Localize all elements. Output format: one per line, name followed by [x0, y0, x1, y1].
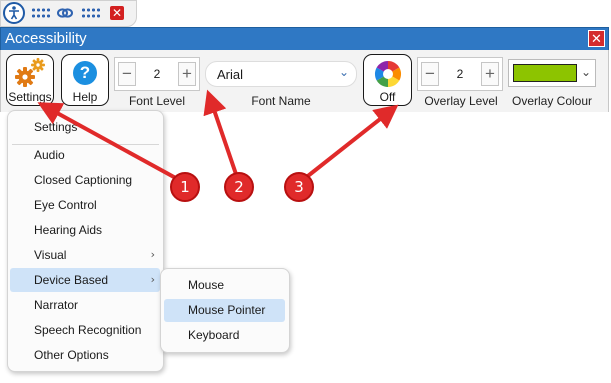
- submenu-item-mouse[interactable]: Mouse: [164, 274, 285, 297]
- accessibility-icon[interactable]: [3, 2, 25, 24]
- menu-item-label: Speech Recognition: [34, 323, 142, 337]
- settings-menu: Settings Audio Closed Captioning Eye Con…: [7, 110, 164, 372]
- grid-icon-2[interactable]: [81, 7, 101, 19]
- annotation-badge-3: 3: [284, 172, 314, 202]
- overlay-level-value[interactable]: 2: [442, 67, 478, 81]
- font-level-stepper: − 2 +: [114, 57, 200, 91]
- font-name-label: Font Name: [251, 94, 311, 108]
- submenu-item-label: Keyboard: [188, 328, 240, 342]
- window-close-button[interactable]: ✕: [588, 30, 605, 47]
- menu-item-label: Eye Control: [34, 198, 97, 212]
- help-button[interactable]: ? Help: [61, 54, 109, 106]
- menu-item-label: Audio: [34, 148, 65, 162]
- accessibility-toolbar: Settings ? Help − 2 + Font Level Arial ⌄…: [0, 50, 609, 112]
- menu-item-other-options[interactable]: Other Options: [10, 343, 160, 367]
- help-icon: ?: [73, 61, 97, 85]
- device-based-submenu: Mouse Mouse Pointer Keyboard: [160, 268, 290, 353]
- overlay-level-decrease-button[interactable]: −: [421, 62, 439, 86]
- overlay-level-stepper: − 2 +: [417, 57, 503, 91]
- annotation-badge-1: 1: [170, 172, 200, 202]
- overlay-colour-swatch: [513, 64, 577, 82]
- chevron-right-icon: ›: [150, 273, 155, 286]
- settings-label: Settings: [8, 90, 52, 104]
- overlay-level-label: Overlay Level: [424, 94, 498, 108]
- menu-item-label: Settings: [34, 120, 78, 134]
- menu-item-speech-recognition[interactable]: Speech Recognition: [10, 318, 160, 342]
- menu-item-eye-control[interactable]: Eye Control: [10, 193, 160, 217]
- link-icon[interactable]: [57, 6, 73, 20]
- gears-icon: [15, 58, 45, 87]
- font-level-label: Font Level: [128, 94, 186, 108]
- color-wheel-icon: [374, 60, 402, 88]
- menu-item-label: Visual: [34, 248, 67, 262]
- window-title: Accessibility: [5, 30, 87, 47]
- font-level-decrease-button[interactable]: −: [118, 62, 136, 86]
- menu-item-label: Hearing Aids: [34, 223, 103, 237]
- menu-item-settings[interactable]: Settings: [10, 115, 160, 139]
- menu-item-narrator[interactable]: Narrator: [10, 293, 160, 317]
- menu-item-audio[interactable]: Audio: [10, 143, 160, 167]
- help-label: Help: [72, 90, 98, 104]
- overlay-level-increase-button[interactable]: +: [481, 62, 499, 86]
- overlay-toggle-label: Off: [379, 90, 396, 104]
- chevron-down-icon: ⌄: [580, 65, 591, 79]
- font-level-increase-button[interactable]: +: [178, 62, 196, 86]
- settings-button[interactable]: Settings: [6, 54, 54, 106]
- menu-item-visual[interactable]: Visual ›: [10, 243, 160, 267]
- overlay-toggle-button[interactable]: Off: [363, 54, 412, 106]
- font-name-value: Arial: [217, 67, 244, 82]
- grid-icon[interactable]: [31, 7, 51, 19]
- menu-item-label: Device Based: [34, 273, 109, 287]
- window-titlebar: Accessibility ✕: [0, 27, 609, 51]
- menu-item-closed-captioning[interactable]: Closed Captioning: [10, 168, 160, 192]
- menu-item-label: Closed Captioning: [34, 173, 133, 187]
- top-mini-toolbar: ✕: [0, 0, 137, 27]
- chevron-down-icon: ⌄: [338, 65, 349, 79]
- close-icon[interactable]: ✕: [110, 6, 124, 20]
- annotation-badge-2: 2: [224, 172, 254, 202]
- submenu-item-keyboard[interactable]: Keyboard: [164, 324, 285, 347]
- font-level-value[interactable]: 2: [139, 67, 175, 81]
- menu-item-label: Narrator: [34, 298, 79, 312]
- menu-item-device-based[interactable]: Device Based ›: [10, 268, 160, 292]
- overlay-colour-dropdown[interactable]: ⌄: [508, 59, 596, 87]
- submenu-item-label: Mouse: [188, 278, 225, 292]
- chevron-right-icon: ›: [150, 248, 155, 261]
- menu-item-label: Other Options: [34, 348, 109, 362]
- font-name-dropdown[interactable]: Arial ⌄: [205, 61, 357, 87]
- overlay-colour-label: Overlay Colour: [511, 94, 593, 108]
- menu-item-hearing-aids[interactable]: Hearing Aids: [10, 218, 160, 242]
- submenu-item-label: Mouse Pointer: [188, 303, 266, 317]
- submenu-item-mouse-pointer[interactable]: Mouse Pointer: [164, 299, 285, 322]
